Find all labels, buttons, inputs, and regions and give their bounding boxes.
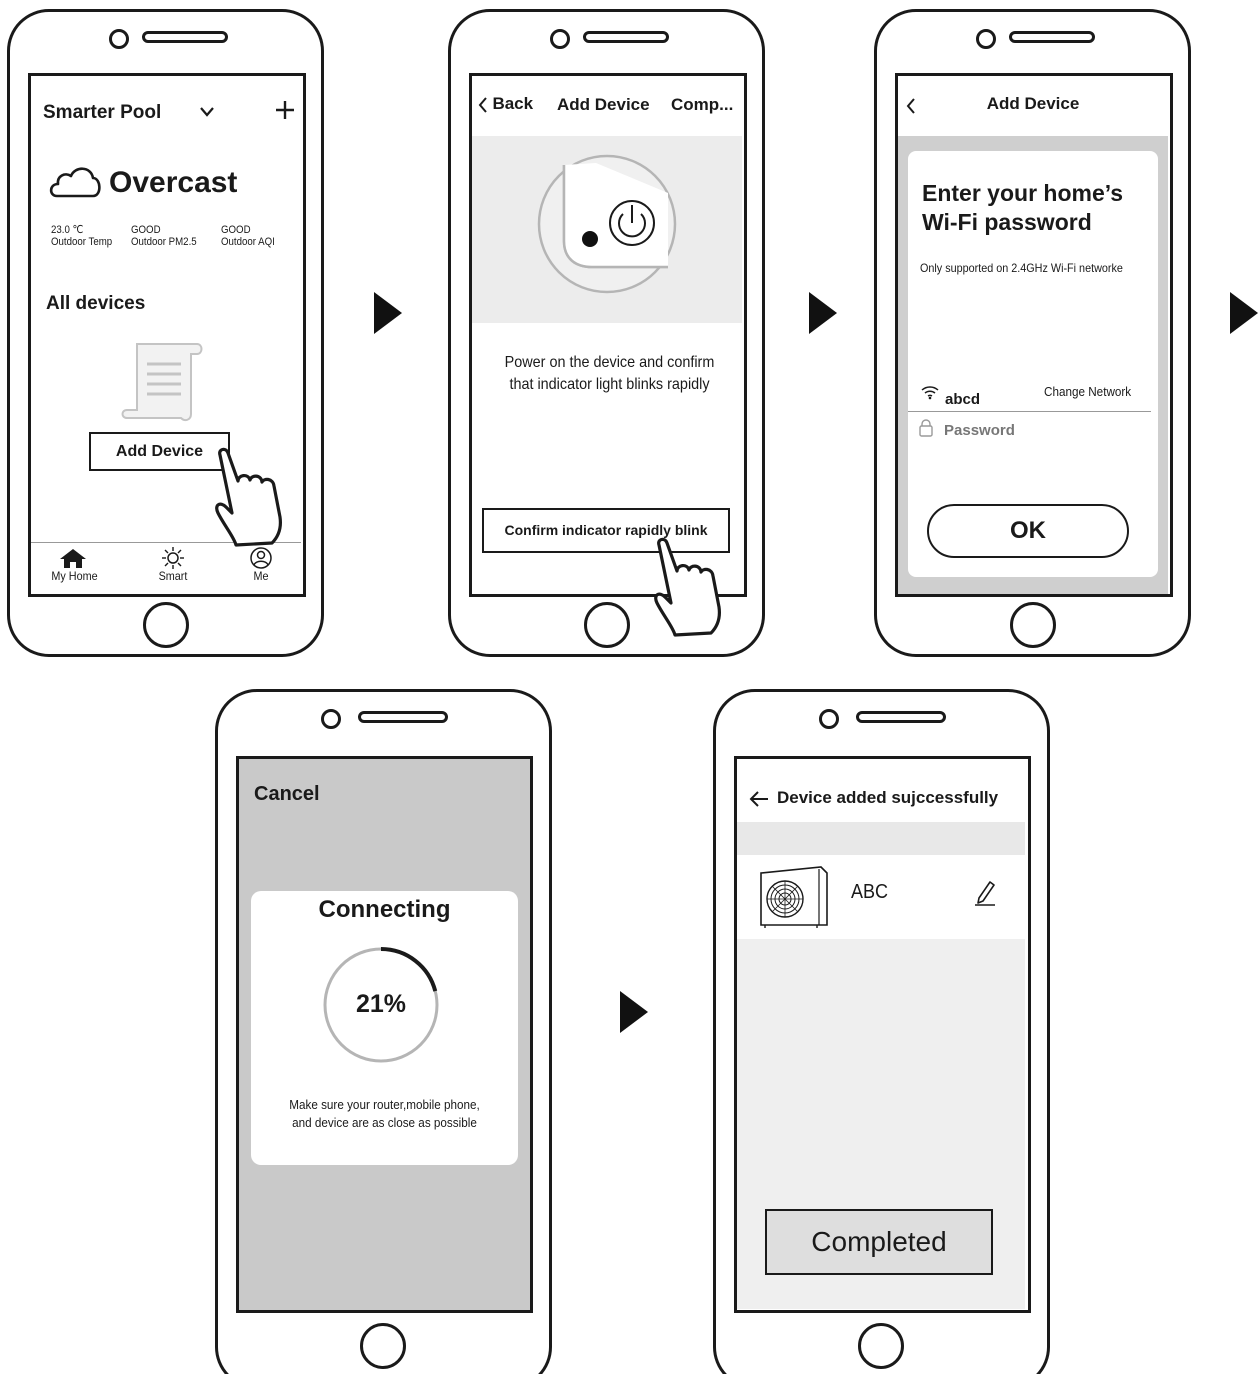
phone-5: Device added sujccessfully ABC Completed bbox=[713, 689, 1050, 1374]
screen-add-device: Back Add Device Comp... Power on the dev… bbox=[469, 73, 747, 597]
pointing-hand-icon bbox=[654, 537, 721, 637]
change-network-link[interactable]: Change Network bbox=[1044, 384, 1131, 399]
grey-band bbox=[737, 822, 1025, 855]
speaker bbox=[583, 31, 669, 43]
dialog-title: Connecting bbox=[318, 896, 451, 923]
section-title: All devices bbox=[46, 293, 146, 314]
screen-title: Add Device bbox=[557, 95, 650, 114]
home-title: Smarter Pool bbox=[43, 102, 162, 123]
complete-link[interactable]: Comp... bbox=[671, 95, 733, 115]
user-icon bbox=[250, 547, 272, 569]
screen-success: Device added sujccessfully ABC Completed bbox=[734, 756, 1031, 1313]
divider bbox=[908, 411, 1151, 412]
cancel-button[interactable]: Cancel bbox=[254, 783, 320, 806]
tab-bar: My Home Smart Me bbox=[31, 542, 301, 594]
device-name: ABC bbox=[851, 881, 889, 903]
illustration-panel bbox=[472, 136, 742, 323]
tab-label: My Home bbox=[51, 569, 98, 583]
stat-pm25: GOOD Outdoor PM2.5 bbox=[131, 224, 206, 248]
stat-value: 23.0 ℃ bbox=[51, 224, 84, 236]
ok-button[interactable]: OK bbox=[927, 504, 1129, 558]
speaker bbox=[856, 711, 946, 723]
weather-label: Overcast bbox=[109, 166, 238, 199]
home-button bbox=[143, 602, 189, 648]
heading-line: Enter your home’s bbox=[922, 180, 1124, 206]
connecting-dialog: Connecting 21% Make sure your router,mob… bbox=[251, 891, 518, 1165]
speaker bbox=[358, 711, 448, 723]
speaker bbox=[142, 31, 228, 43]
wifi-dialog: Enter your home’s Wi-Fi password Only su… bbox=[908, 151, 1158, 577]
phone-4: Cancel Connecting 21% Make sure your rou… bbox=[215, 689, 552, 1374]
back-label: Back bbox=[492, 94, 534, 113]
stat-label: Outdoor Temp bbox=[51, 236, 113, 248]
arrow-right-icon bbox=[374, 292, 402, 334]
stat-label: Outdoor AQI bbox=[221, 236, 275, 248]
password-input[interactable]: Password bbox=[944, 422, 1015, 439]
pointing-hand-icon bbox=[215, 447, 282, 547]
heat-pump-icon bbox=[760, 866, 828, 928]
device-row[interactable]: ABC bbox=[737, 855, 1025, 939]
dialog-heading: Enter your home’s Wi-Fi password bbox=[922, 179, 1123, 237]
phone-2: Back Add Device Comp... Power on the dev… bbox=[448, 9, 765, 657]
completed-button[interactable]: Completed bbox=[765, 1209, 993, 1275]
speaker bbox=[1009, 31, 1095, 43]
lock-icon bbox=[919, 419, 933, 437]
camera bbox=[109, 29, 129, 49]
hint-line: and device are as close as possible bbox=[292, 1115, 477, 1130]
chevron-left-icon bbox=[478, 97, 487, 113]
home-button bbox=[584, 602, 630, 648]
instruction-text: Power on the device and confirm that ind… bbox=[504, 354, 715, 393]
back-link[interactable]: Back bbox=[478, 94, 533, 114]
screen-title: Add Device bbox=[986, 94, 1080, 113]
phone-3: Add Device Enter your home’s Wi-Fi passw… bbox=[874, 9, 1191, 657]
arrow-right-icon bbox=[620, 991, 648, 1033]
hint-line: Make sure your router,mobile phone, bbox=[289, 1097, 480, 1112]
camera bbox=[321, 709, 341, 729]
device-power-illustration-icon bbox=[537, 154, 677, 294]
home-button bbox=[1010, 602, 1056, 648]
camera bbox=[819, 709, 839, 729]
screen-title: Device added sujccessfully bbox=[777, 788, 999, 807]
scroll-document-icon bbox=[121, 343, 203, 422]
tab-label: Smart bbox=[158, 569, 188, 583]
home-button bbox=[858, 1323, 904, 1369]
network-note: Only supported on 2.4GHz Wi-Fi networke bbox=[920, 261, 1123, 275]
screen-wifi: Add Device Enter your home’s Wi-Fi passw… bbox=[895, 73, 1173, 597]
home-button bbox=[360, 1323, 406, 1369]
camera bbox=[976, 29, 996, 49]
sun-icon bbox=[162, 547, 184, 569]
edit-pencil-icon[interactable] bbox=[973, 879, 997, 907]
stat-label: Outdoor PM2.5 bbox=[131, 236, 197, 248]
stat-value: GOOD bbox=[221, 224, 251, 236]
arrow-left-icon[interactable] bbox=[749, 791, 769, 807]
progress-percent: 21% bbox=[355, 990, 407, 1018]
stat-aqi: GOOD Outdoor AQI bbox=[221, 224, 282, 248]
tab-me[interactable]: Me bbox=[237, 545, 285, 583]
arrow-right-icon bbox=[1230, 292, 1258, 334]
tab-label: Me bbox=[253, 569, 269, 583]
wifi-icon bbox=[921, 386, 939, 400]
connecting-hint: Make sure your router,mobile phone, and … bbox=[264, 1096, 504, 1132]
ssid-value: abcd bbox=[945, 391, 981, 408]
heading-line: Wi-Fi password bbox=[922, 209, 1092, 235]
arrow-right-icon bbox=[809, 292, 837, 334]
plus-icon[interactable] bbox=[275, 100, 295, 120]
tab-my-home[interactable]: My Home bbox=[49, 545, 98, 583]
chevron-down-icon[interactable] bbox=[199, 106, 215, 118]
home-icon bbox=[60, 549, 86, 568]
stat-value: GOOD bbox=[131, 224, 161, 236]
phone-1: Smarter Pool Overcast 23.0 ℃ Outdoor Tem… bbox=[7, 9, 324, 657]
cloud-icon bbox=[49, 167, 101, 198]
tab-smart[interactable]: Smart bbox=[149, 545, 197, 583]
stat-temp: 23.0 ℃ Outdoor Temp bbox=[51, 224, 121, 248]
screen-connecting: Cancel Connecting 21% Make sure your rou… bbox=[236, 756, 533, 1313]
camera bbox=[550, 29, 570, 49]
